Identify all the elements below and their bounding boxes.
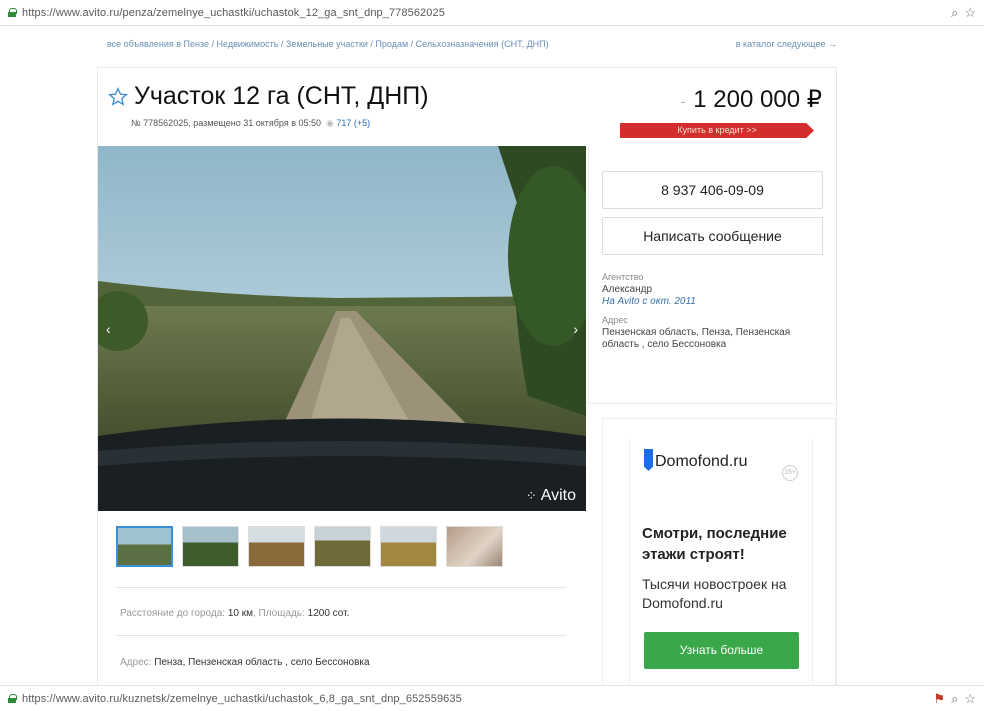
bookmark-star-icon[interactable]: ☆ [964,691,976,707]
divider [116,587,566,588]
domofond-logo: Domofond.ru [644,449,748,471]
area-label: Площадь: [258,608,305,619]
params-line: Расстояние до города: 10 км, Площадь: 12… [120,608,350,619]
address-value: Пенза, Пензенская область , село Бессоно… [154,657,370,668]
distance-label: Расстояние до города: [120,608,226,619]
thumbnail-6[interactable] [446,526,503,567]
listing-title: Участок 12 га (СНТ, ДНП) [134,82,429,110]
listing-number-date: № 778562025, размещено 31 октября в 05:5… [131,118,322,128]
lock-icon [8,8,17,17]
ad-content: Domofond.ru 16+ Смотри, последние этажи … [629,439,813,689]
price: -1 200 000 ₽ [680,86,822,113]
avito-watermark-text: Avito [540,487,576,504]
seller-address: Пензенская область, Пенза, Пензенская об… [602,327,791,350]
favorite-star-icon[interactable] [108,86,128,107]
catalog-nav[interactable]: в каталог следующее → [736,39,837,49]
next-photo-arrow-icon[interactable]: › [573,321,578,337]
domofond-ad[interactable]: Domofond.ru 16+ Смотри, последние этажи … [602,418,836,689]
main-photo[interactable]: ‹ › ⁘ Avito [98,146,586,511]
prev-photo-arrow-icon[interactable]: ‹ [106,321,111,337]
buy-on-credit-button[interactable]: Купить в кредит >> [620,123,814,138]
address-line: Адрес: Пенза, Пензенская область , село … [120,657,370,668]
breadcrumb: все объявления в Пензе / Недвижимость / … [107,39,837,49]
views-count: 717 (+5) [336,118,371,128]
thumbnail-2[interactable] [182,526,239,567]
address-bar-actions-2: ⚑ ⌕ ☆ [933,691,976,707]
seller-address-label: Адрес [602,315,628,325]
distance-value: 10 км [227,608,253,619]
avito-dots-icon: ⁘ [525,488,537,503]
address-bar-actions: ⌕ ☆ [951,5,976,21]
thumbnail-5[interactable] [380,526,437,567]
write-message-button[interactable]: Написать сообщение [602,217,823,255]
divider [116,635,566,636]
ad-headline: Смотри, последние этажи строят! [642,525,787,563]
listing-card: Участок 12 га (СНТ, ДНП) № 778562025, ра… [97,67,837,689]
age-rating-badge: 16+ [782,465,798,481]
seller-type-label: Агентство [602,272,644,282]
address-label: Адрес: [120,657,152,668]
price-value: 1 200 000 ₽ [693,86,822,113]
domofond-brand: Domofond.ru [655,453,748,470]
listing-meta: № 778562025, размещено 31 октября в 05:5… [131,118,371,128]
title-row: Участок 12 га (СНТ, ДНП) [108,82,429,111]
domofond-flag-icon [644,449,653,471]
avito-watermark: ⁘ Avito [526,487,576,505]
ad-subtext: Тысячи новостроек на Domofond.ru [642,576,787,611]
show-phone-button[interactable]: 8 937 406-09-09 [602,171,823,209]
extension-icon[interactable]: ⚑ [933,691,945,707]
lock-icon [8,694,17,703]
thumbnail-1[interactable] [116,526,173,567]
thumbnail-strip [116,526,503,567]
thumbnail-4[interactable] [314,526,371,567]
road-photo-image [98,146,586,511]
seller-since: На Avito с окт. 2011 [602,296,696,307]
area-value: 1200 сот. [307,608,350,619]
url-text-2[interactable]: https://www.avito.ru/kuznetsk/zemelnye_u… [22,693,462,705]
seller-name[interactable]: Александр [602,284,802,296]
learn-more-button[interactable]: Узнать больше [644,632,799,669]
browser-address-bar-2[interactable]: https://www.avito.ru/kuznetsk/zemelnye_u… [0,685,984,711]
bookmark-star-icon[interactable]: ☆ [964,5,976,21]
thumbnail-3[interactable] [248,526,305,567]
url-text[interactable]: https://www.avito.ru/penza/zemelnye_ucha… [22,7,445,19]
seller-panel: 8 937 406-09-09 Написать сообщение Агент… [588,146,836,404]
browser-address-bar[interactable]: https://www.avito.ru/penza/zemelnye_ucha… [0,0,984,26]
zoom-icon[interactable]: ⌕ [951,5,958,21]
breadcrumb-path[interactable]: все объявления в Пензе / Недвижимость / … [107,39,549,49]
zoom-icon[interactable]: ⌕ [951,691,958,707]
